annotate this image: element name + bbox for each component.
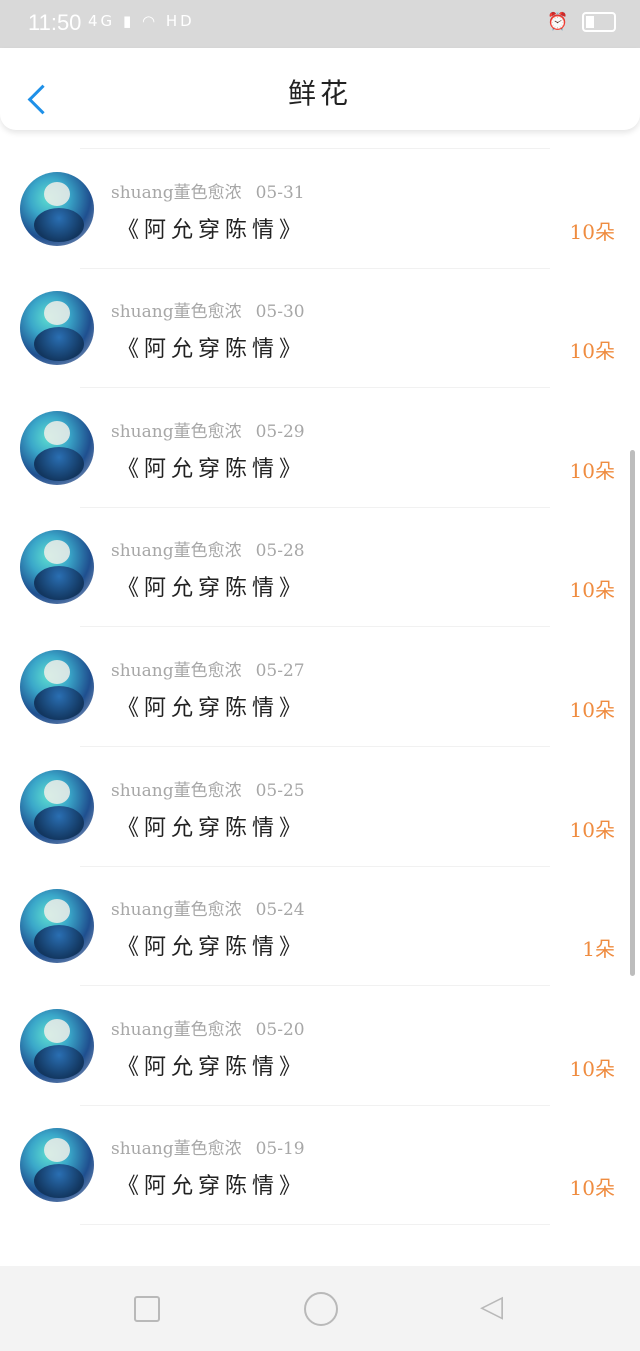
- system-back-button[interactable]: ◁: [480, 1290, 503, 1324]
- hd-label: HD: [165, 12, 195, 30]
- item-date: 05-31: [255, 183, 305, 203]
- battery-icon: [582, 12, 616, 32]
- username[interactable]: shuang董色愈浓: [111, 541, 242, 561]
- flower-count: 10朵: [569, 220, 615, 244]
- book-title[interactable]: 《阿允穿陈情》: [117, 929, 306, 961]
- list-item[interactable]: shuang董色愈浓 05-31 《阿允穿陈情》 10朵: [0, 150, 640, 269]
- book-title[interactable]: 《阿允穿陈情》: [117, 212, 306, 244]
- avatar[interactable]: [20, 291, 94, 365]
- list-item[interactable]: shuang董色愈浓 05-29 《阿允穿陈情》 10朵: [0, 389, 640, 508]
- item-meta: shuang董色愈浓 05-31: [111, 178, 305, 203]
- book-title[interactable]: 《阿允穿陈情》: [117, 331, 306, 363]
- username[interactable]: shuang董色愈浓: [111, 422, 242, 442]
- book-title[interactable]: 《阿允穿陈情》: [117, 570, 306, 602]
- divider: [80, 387, 550, 388]
- book-title[interactable]: 《阿允穿陈情》: [117, 690, 306, 722]
- avatar[interactable]: [20, 1009, 94, 1083]
- book-title[interactable]: 《阿允穿陈情》: [117, 1168, 306, 1200]
- network-type-label: 4G: [88, 12, 116, 30]
- list-item[interactable]: shuang董色愈浓 05-24 《阿允穿陈情》 1朵: [0, 867, 640, 986]
- item-date: 05-20: [255, 1020, 305, 1040]
- book-title[interactable]: 《阿允穿陈情》: [117, 451, 306, 483]
- item-meta: shuang董色愈浓 05-29: [111, 417, 305, 442]
- avatar[interactable]: [20, 650, 94, 724]
- flower-count: 10朵: [569, 818, 615, 842]
- item-date: 05-29: [255, 422, 305, 442]
- username[interactable]: shuang董色愈浓: [111, 781, 242, 801]
- signal-wifi-icons: 4G ▮ ◠ HD: [88, 12, 195, 30]
- item-date: 05-24: [255, 900, 305, 920]
- list-item[interactable]: 《阿允穿陈情》10朵: [0, 130, 640, 149]
- avatar[interactable]: [20, 172, 94, 246]
- divider: [80, 1224, 550, 1225]
- list-item[interactable]: shuang董色愈浓 05-30 《阿允穿陈情》 10朵: [0, 269, 640, 388]
- status-right: ⏰: [547, 12, 616, 32]
- item-meta: shuang董色愈浓 05-24: [111, 895, 305, 920]
- item-meta: shuang董色愈浓 05-30: [111, 297, 305, 322]
- scrollbar[interactable]: [630, 450, 635, 976]
- username[interactable]: shuang董色愈浓: [111, 1020, 242, 1040]
- flower-count: 10朵: [569, 339, 615, 363]
- username[interactable]: shuang董色愈浓: [111, 183, 242, 203]
- divider: [80, 746, 550, 747]
- item-date: 05-28: [255, 541, 305, 561]
- item-date: 05-27: [255, 661, 305, 681]
- flower-count: 10朵: [569, 1176, 615, 1200]
- avatar[interactable]: [20, 411, 94, 485]
- divider: [80, 626, 550, 627]
- status-bar: 11:50 4G ▮ ◠ HD ⏰: [0, 0, 640, 48]
- wifi-icon: ◠: [142, 12, 159, 30]
- item-meta: shuang董色愈浓 05-28: [111, 536, 305, 561]
- flower-count: 10朵: [569, 459, 615, 483]
- item-meta: shuang董色愈浓 05-20: [111, 1015, 305, 1040]
- divider: [80, 985, 550, 986]
- flower-list[interactable]: 《阿允穿陈情》10朵shuang董色愈浓05-31《阿允穿陈情》10朵shuan…: [0, 130, 640, 1266]
- flower-count: 1朵: [582, 937, 615, 961]
- signal-icon: ▮: [122, 12, 135, 30]
- item-meta: shuang董色愈浓 05-27: [111, 656, 305, 681]
- book-title[interactable]: 《阿允穿陈情》: [117, 810, 306, 842]
- list-item[interactable]: shuang董色愈浓 05-27 《阿允穿陈情》 10朵: [0, 628, 640, 747]
- list-item[interactable]: shuang董色愈浓 05-19 《阿允穿陈情》 10朵: [0, 1106, 640, 1225]
- app-header: 鲜花: [0, 48, 640, 130]
- system-nav-bar: ◁: [0, 1266, 640, 1351]
- divider: [80, 148, 550, 149]
- recent-apps-button[interactable]: [134, 1296, 160, 1322]
- item-date: 05-25: [255, 781, 305, 801]
- page-title: 鲜花: [287, 77, 352, 110]
- username[interactable]: shuang董色愈浓: [111, 1139, 242, 1159]
- item-meta: shuang董色愈浓 05-25: [111, 776, 305, 801]
- list-item[interactable]: shuang董色愈浓 05-20 《阿允穿陈情》 10朵: [0, 987, 640, 1106]
- book-title[interactable]: 《阿允穿陈情》: [117, 1049, 306, 1081]
- username[interactable]: shuang董色愈浓: [111, 661, 242, 681]
- flower-count: 10朵: [569, 698, 615, 722]
- avatar[interactable]: [20, 889, 94, 963]
- list-item[interactable]: shuang董色愈浓 05-25 《阿允穿陈情》 10朵: [0, 748, 640, 867]
- item-date: 05-19: [255, 1139, 305, 1159]
- list-item[interactable]: shuang董色愈浓 05-28 《阿允穿陈情》 10朵: [0, 508, 640, 627]
- flower-count: 10朵: [569, 1057, 615, 1081]
- alarm-icon: ⏰: [547, 12, 569, 32]
- status-time: 11:50: [28, 10, 82, 35]
- avatar[interactable]: [20, 530, 94, 604]
- item-meta: shuang董色愈浓 05-19: [111, 1134, 305, 1159]
- home-button[interactable]: [304, 1292, 338, 1326]
- flower-count: 10朵: [569, 578, 615, 602]
- username[interactable]: shuang董色愈浓: [111, 900, 242, 920]
- item-date: 05-30: [255, 302, 305, 322]
- avatar[interactable]: [20, 1128, 94, 1202]
- avatar[interactable]: [20, 770, 94, 844]
- username[interactable]: shuang董色愈浓: [111, 302, 242, 322]
